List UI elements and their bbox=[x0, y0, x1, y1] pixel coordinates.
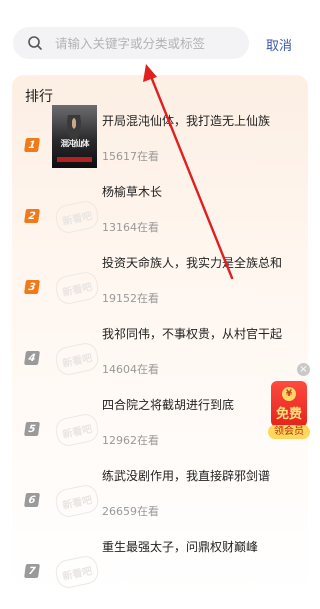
ranking-item-3[interactable]: 3 新看吧 投资天命族人，我实力是全族总和 19152在看 bbox=[12, 254, 308, 325]
promo-vip-label: 领会员 bbox=[268, 425, 310, 439]
book-title: 开局混沌仙体，我打造无上仙族 bbox=[102, 114, 271, 128]
ranking-card: 排行 1 混沌仙体 开局混沌仙体，我打造无上仙族 15617在看 2 新看吧 杨… bbox=[12, 75, 308, 595]
book-title: 重生最强太子，问鼎权财巅峰 bbox=[102, 540, 259, 554]
watermark-logo: 新看吧 bbox=[53, 340, 101, 378]
view-count: 12962在看 bbox=[102, 434, 159, 447]
vip-red-envelope-button[interactable]: ¥ 免费 领会员 bbox=[268, 381, 310, 439]
cancel-button[interactable]: 取消 bbox=[266, 35, 292, 54]
view-count: 26659在看 bbox=[102, 505, 159, 518]
book-title: 四合院之将截胡进行到底 bbox=[102, 398, 235, 412]
watermark-logo: 新看吧 bbox=[53, 482, 101, 520]
view-count: 15617在看 bbox=[102, 150, 159, 163]
rank-badge: 7 bbox=[24, 564, 40, 578]
ranking-item-4[interactable]: 4 新看吧 我祁同伟，不事权贵，从村官干起 14604在看 bbox=[12, 325, 308, 396]
close-icon[interactable]: × bbox=[297, 363, 310, 376]
rank-badge: 6 bbox=[24, 493, 40, 507]
ranking-item-1[interactable]: 1 混沌仙体 开局混沌仙体，我打造无上仙族 15617在看 bbox=[12, 105, 308, 183]
coin-icon: ¥ bbox=[282, 387, 296, 401]
watermark-logo: 新看吧 bbox=[53, 269, 101, 307]
rank-badge: 2 bbox=[24, 209, 40, 223]
book-title: 投资天命族人，我实力是全族总和 bbox=[102, 256, 283, 270]
ranking-item-7[interactable]: 7 新看吧 重生最强太子，问鼎权财巅峰 bbox=[12, 538, 308, 609]
search-input[interactable] bbox=[55, 33, 243, 53]
book-title: 我祁同伟，不事权贵，从村官干起 bbox=[102, 327, 283, 341]
view-count: 19152在看 bbox=[102, 292, 159, 305]
ranking-item-5[interactable]: 5 新看吧 四合院之将截胡进行到底 12962在看 bbox=[12, 396, 308, 467]
view-count: 13164在看 bbox=[102, 221, 159, 234]
watermark-logo: 新看吧 bbox=[53, 198, 101, 236]
promo-free-label: 免费 bbox=[275, 407, 302, 422]
book-title: 杨榆草木长 bbox=[102, 185, 163, 199]
rank-badge: 5 bbox=[24, 422, 40, 436]
watermark-logo: 新看吧 bbox=[53, 553, 101, 591]
search-icon bbox=[28, 36, 42, 50]
view-count: 14604在看 bbox=[102, 363, 159, 376]
search-bar[interactable] bbox=[13, 27, 249, 59]
ranking-title: 排行 bbox=[25, 89, 53, 105]
book-cover-title: 混沌仙体 bbox=[60, 139, 90, 148]
ranking-item-6[interactable]: 6 新看吧 练武没剧作用，我直接辟邪剑谱 26659在看 bbox=[12, 467, 308, 538]
book-cover[interactable]: 混沌仙体 bbox=[52, 105, 97, 168]
rank-badge: 3 bbox=[24, 280, 40, 294]
ranking-item-2[interactable]: 2 新看吧 杨榆草木长 13164在看 bbox=[12, 183, 308, 254]
rank-badge: 4 bbox=[24, 351, 40, 365]
watermark-logo: 新看吧 bbox=[53, 411, 101, 449]
rank-badge: 1 bbox=[24, 138, 40, 152]
book-title: 练武没剧作用，我直接辟邪剑谱 bbox=[102, 469, 271, 483]
